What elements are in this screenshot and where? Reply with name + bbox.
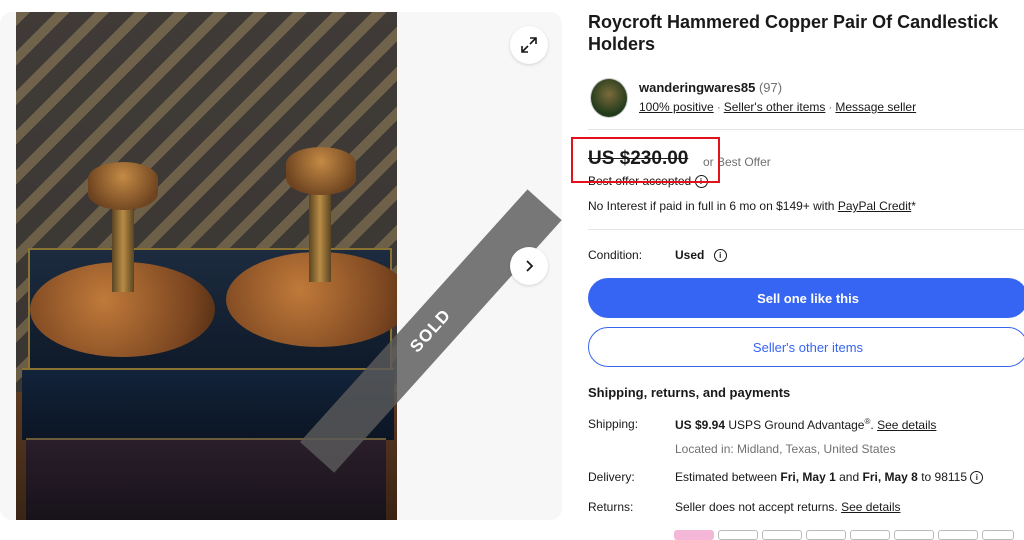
photo-candlestick-right <box>221 142 397 362</box>
seller-positive-link[interactable]: 100% positive <box>639 100 714 114</box>
seller-name[interactable]: wanderingwares85 <box>639 80 755 95</box>
credit-text: No Interest if paid in full in 6 mo on $… <box>588 199 835 213</box>
info-icon[interactable]: i <box>970 471 984 485</box>
item-location: Located in: Midland, Texas, United State… <box>675 442 896 456</box>
delivery-start: Fri, May 1 <box>780 470 836 484</box>
payment-method-icon <box>718 530 758 540</box>
expand-button[interactable] <box>510 26 548 64</box>
returns-value: Seller does not accept returns. See deta… <box>675 500 900 514</box>
registered-mark: ® <box>864 417 871 426</box>
delivery-label: Delivery: <box>588 470 635 484</box>
details-panel: Roycroft Hammered Copper Pair Of Candles… <box>588 0 1024 540</box>
seller-links: 100% positive · Seller's other items · Messa… <box>639 100 916 114</box>
returns-label: Returns: <box>588 500 634 514</box>
separator-dot: · <box>828 100 833 114</box>
next-image-button[interactable] <box>510 247 548 285</box>
credit-asterisk: * <box>911 199 916 213</box>
shipping-value: US $9.94 USPS Ground Advantage®. See det… <box>675 417 937 432</box>
paypal-credit-link[interactable]: PayPal Credit <box>838 199 911 213</box>
payment-method-icon <box>762 530 802 540</box>
divider <box>588 129 1024 130</box>
seller-name-row[interactable]: wanderingwares85 (97) <box>639 80 782 95</box>
chevron-right-icon <box>526 260 534 272</box>
price-highlight-box <box>571 137 720 183</box>
payment-method-icon <box>938 530 978 540</box>
image-gallery: SOLD <box>0 12 562 520</box>
seller-avatar[interactable] <box>590 78 628 118</box>
returns-see-details-link[interactable]: See details <box>841 500 900 514</box>
returns-text: Seller does not accept returns. <box>675 500 838 514</box>
delivery-zip: to 98115 <box>921 470 968 484</box>
delivery-and: and <box>839 470 860 484</box>
delivery-prefix: Estimated between <box>675 470 778 484</box>
shipping-method: USPS Ground Advantage <box>728 418 865 432</box>
divider <box>588 229 1024 230</box>
condition-label: Condition: <box>588 248 643 262</box>
payment-method-icon <box>850 530 890 540</box>
payment-method-icon <box>982 530 1014 540</box>
shipping-cost: US $9.94 <box>675 418 726 432</box>
shipping-label: Shipping: <box>588 417 639 431</box>
seller-card: wanderingwares85 (97) 100% positive · Sell… <box>588 76 1024 124</box>
delivery-value: Estimated between Fri, May 1 and Fri, Ma… <box>675 470 984 485</box>
condition-value: Used <box>675 248 705 262</box>
shipping-heading: Shipping, returns, and payments <box>588 385 791 400</box>
condition-value-row: Used i <box>675 248 727 263</box>
credit-row: No Interest if paid in full in 6 mo on $… <box>588 199 916 213</box>
separator-dot: · <box>716 100 721 114</box>
shipping-see-details-link[interactable]: See details <box>877 418 936 432</box>
message-seller-link[interactable]: Message seller <box>835 100 916 114</box>
seller-feedback-count: (97) <box>758 80 783 95</box>
delivery-end: Fri, May 8 <box>862 470 918 484</box>
seller-other-items-link[interactable]: Seller's other items <box>724 100 826 114</box>
listing-title: Roycroft Hammered Copper Pair Of Candles… <box>588 12 999 54</box>
payment-method-icon <box>674 530 714 540</box>
sell-one-like-this-button[interactable]: Sell one like this <box>588 278 1024 318</box>
payment-method-icon <box>806 530 846 540</box>
info-icon[interactable]: i <box>713 249 727 263</box>
sellers-other-items-button[interactable]: Seller's other items <box>588 327 1024 367</box>
photo-candlestick-left <box>30 152 230 372</box>
expand-icon <box>521 37 537 53</box>
payment-method-icon <box>894 530 934 540</box>
